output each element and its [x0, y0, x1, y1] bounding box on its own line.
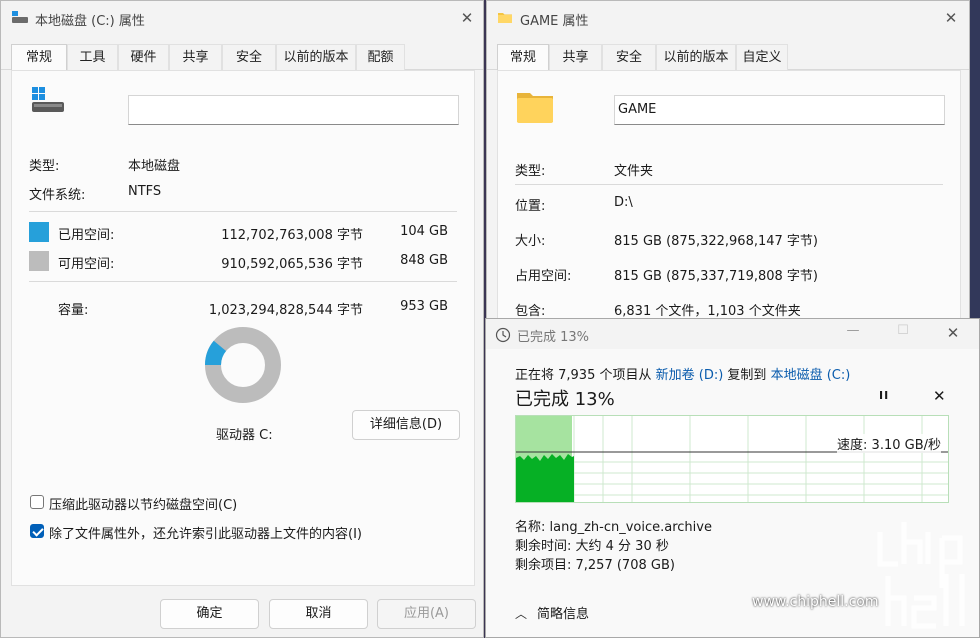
free-space-swatch: [29, 251, 49, 271]
maximize-button[interactable]: ☐: [888, 323, 918, 345]
items-remaining-line: 剩余项目: 7,257 (708 GB): [515, 558, 675, 573]
location-label: 位置:: [515, 199, 546, 214]
speed-area: [516, 454, 574, 502]
tab-sharing[interactable]: 共享: [169, 44, 222, 70]
destination-link[interactable]: 本地磁盘 (C:): [771, 368, 851, 383]
copy-title-bar[interactable]: 已完成 13% — ☐ ✕: [486, 319, 979, 349]
pause-button[interactable]: II: [879, 389, 889, 402]
compress-label[interactable]: 压缩此驱动器以节约磁盘空间(C): [49, 494, 237, 513]
folder-type-label: 类型:: [515, 164, 546, 179]
divider: [29, 281, 457, 282]
filesystem-label: 文件系统:: [29, 188, 86, 203]
free-space-label: 可用空间:: [58, 257, 115, 272]
folder-tab-customize[interactable]: 自定义: [736, 44, 788, 70]
tab-quota[interactable]: 配额: [356, 44, 405, 70]
graph-grid: [516, 416, 948, 502]
free-space-gb: 848 GB: [400, 253, 448, 268]
size-value: 815 GB (875,322,968,147 字节): [614, 234, 818, 249]
folder-tab-strip: 常规 共享 安全 以前的版本 自定义: [487, 44, 969, 71]
folder-type-value: 文件夹: [614, 164, 654, 179]
folder-name-input[interactable]: GAME: [614, 95, 945, 125]
ok-button[interactable]: 确定: [160, 599, 259, 629]
copy-close-button[interactable]: ✕: [938, 324, 968, 346]
drive-tab-strip: 常规 工具 硬件 共享 安全 以前的版本 配额: [1, 44, 483, 71]
less-details-label: 简略信息: [537, 607, 590, 622]
less-details-toggle[interactable]: ︿ 简略信息: [515, 603, 589, 622]
time-remaining-line: 剩余时间: 大约 4 分 30 秒: [515, 539, 669, 554]
contains-value: 6,831 个文件，1,103 个文件夹: [614, 304, 801, 319]
folder-icon: [497, 11, 513, 28]
drive-close-button[interactable]: ✕: [455, 7, 479, 29]
speed-graph: 速度: 3.10 GB/秒: [515, 415, 949, 503]
divider: [29, 211, 457, 212]
drive-large-icon: [30, 85, 66, 119]
cancel-button[interactable]: 取消: [269, 599, 368, 629]
clock-icon: [495, 327, 511, 347]
folder-close-button[interactable]: ✕: [939, 7, 963, 29]
folder-window-title: GAME 属性: [520, 14, 589, 29]
type-label: 类型:: [29, 159, 60, 174]
folder-tab-previous-versions[interactable]: 以前的版本: [656, 44, 736, 70]
index-label[interactable]: 除了文件属性外，还允许索引此驱动器上文件的内容(I): [49, 523, 362, 542]
source-link[interactable]: 新加卷 (D:): [656, 368, 724, 383]
location-value: D:\: [614, 195, 633, 210]
used-space-bytes: 112,702,763,008 字节: [221, 228, 363, 243]
index-checkbox[interactable]: [30, 524, 44, 538]
status-middle: 复制到: [723, 368, 771, 383]
tab-security[interactable]: 安全: [222, 44, 276, 70]
used-space-swatch: [29, 222, 49, 242]
compress-checkbox[interactable]: [30, 495, 44, 509]
apply-button[interactable]: 应用(A): [377, 599, 476, 629]
capacity-gb: 953 GB: [400, 299, 448, 314]
watermark-url: www.chiphell.com: [752, 594, 879, 610]
folder-tab-security[interactable]: 安全: [602, 44, 656, 70]
drive-letter-label: 驱动器 C:: [216, 428, 273, 443]
folder-large-icon: [516, 89, 554, 127]
folder-tab-sharing[interactable]: 共享: [549, 44, 602, 70]
tab-previous-versions[interactable]: 以前的版本: [276, 44, 356, 70]
capacity-label: 容量:: [58, 303, 89, 318]
drive-properties-window: 本地磁盘 (C:) 属性 ✕ 常规 工具 硬件 共享 安全 以前的版本 配额 类…: [0, 0, 484, 638]
folder-properties-window: GAME 属性 ✕ 常规 共享 安全 以前的版本 自定义 GAME 类型: 文件…: [486, 0, 970, 330]
copy-status-line: 正在将 7,935 个项目从 新加卷 (D:) 复制到 本地磁盘 (C:): [515, 364, 850, 383]
disk-size-value: 815 GB (875,337,719,808 字节): [614, 269, 818, 284]
size-label: 大小:: [515, 234, 546, 249]
disk-size-label: 占用空间:: [515, 269, 572, 284]
drive-title-bar[interactable]: 本地磁盘 (C:) 属性 ✕: [1, 1, 483, 35]
copy-headline: 已完成 13%: [515, 389, 615, 410]
drive-window-title: 本地磁盘 (C:) 属性: [35, 14, 145, 29]
folder-title-bar[interactable]: GAME 属性 ✕: [487, 1, 969, 35]
tab-general[interactable]: 常规: [11, 44, 67, 71]
copy-window-title: 已完成 13%: [517, 330, 590, 345]
status-prefix: 正在将 7,935 个项目从: [515, 368, 656, 383]
cancel-copy-button[interactable]: ✕: [933, 387, 946, 405]
divider: [515, 184, 943, 185]
used-space-label: 已用空间:: [58, 228, 115, 243]
free-space-bytes: 910,592,065,536 字节: [221, 257, 363, 272]
disk-usage-donut: [205, 327, 281, 403]
tab-tools[interactable]: 工具: [67, 44, 118, 70]
watermark-logo: [874, 518, 978, 638]
filesystem-value: NTFS: [128, 184, 162, 199]
donut-free-ring: [205, 327, 281, 403]
contains-label: 包含:: [515, 304, 546, 319]
drive-general-panel: 类型: 本地磁盘 文件系统: NTFS 已用空间: 112,702,763,00…: [11, 70, 475, 586]
folder-general-panel: GAME 类型: 文件夹 位置: D:\ 大小: 815 GB (875,322…: [497, 70, 961, 329]
tab-hardware[interactable]: 硬件: [118, 44, 169, 70]
drive-icon: [11, 10, 29, 28]
minimize-button[interactable]: —: [838, 323, 868, 345]
folder-tab-general[interactable]: 常规: [497, 44, 549, 71]
speed-readout: 速度: 3.10 GB/秒: [837, 434, 941, 453]
file-name-line: 名称: lang_zh-cn_voice.archive: [515, 520, 712, 535]
details-button[interactable]: 详细信息(D): [352, 410, 460, 440]
capacity-bytes: 1,023,294,828,544 字节: [208, 303, 363, 318]
drive-name-input[interactable]: [128, 95, 459, 125]
type-value: 本地磁盘: [128, 159, 181, 174]
chevron-up-icon: ︿: [515, 607, 528, 621]
used-space-gb: 104 GB: [400, 224, 448, 239]
